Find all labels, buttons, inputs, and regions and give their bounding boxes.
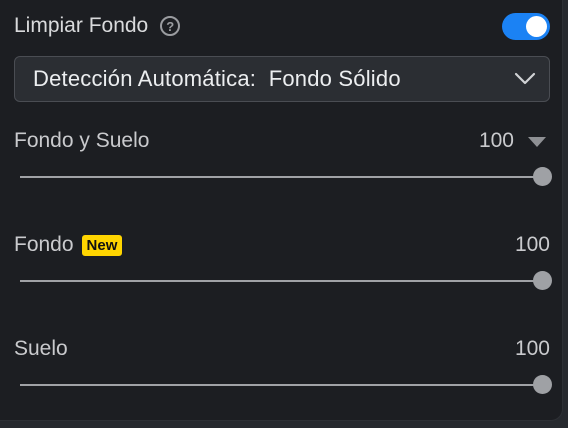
slider-background-and-floor: Fondo y Suelo 100	[14, 126, 552, 186]
slider-thumb[interactable]	[533, 375, 552, 394]
detection-mode-value: Detección Automática: Fondo Sólido	[33, 66, 401, 91]
slider-label-row: Fondo y Suelo 100	[14, 126, 550, 156]
slider-thumb[interactable]	[533, 167, 552, 186]
slider-label-row: Suelo 100	[14, 334, 550, 364]
new-badge: New	[81, 234, 123, 256]
detection-mode-select[interactable]: Detección Automática: Fondo Sólido	[14, 56, 550, 102]
slider-value: 100	[514, 337, 550, 360]
slider-track[interactable]	[20, 271, 552, 290]
toggle-knob	[526, 16, 547, 37]
slider-track[interactable]	[20, 375, 552, 394]
slider-value: 100	[514, 233, 550, 256]
slider-track-fill	[20, 384, 542, 386]
slider-floor: Suelo 100	[14, 334, 552, 394]
slider-value: 100	[478, 129, 514, 152]
caret-down-icon[interactable]	[528, 137, 546, 147]
slider-label: Suelo	[14, 337, 68, 360]
slider-label: Fondo y Suelo	[14, 129, 150, 152]
slider-label: Fondo	[14, 233, 74, 256]
slider-background: Fondo New 100	[14, 230, 552, 290]
clean-background-toggle[interactable]	[502, 13, 550, 40]
question-circle-icon[interactable]: ?	[160, 16, 181, 36]
slider-label-row: Fondo New 100	[14, 230, 550, 260]
header-row: Limpiar Fondo ?	[14, 8, 552, 44]
slider-track-fill	[20, 280, 542, 282]
panel-title: Limpiar Fondo	[14, 14, 149, 37]
slider-thumb[interactable]	[533, 271, 552, 290]
chevron-down-icon	[514, 72, 536, 85]
slider-track[interactable]	[20, 167, 552, 186]
slider-track-fill	[20, 176, 542, 178]
clean-background-panel: Limpiar Fondo ? Detección Automática: Fo…	[0, 0, 563, 421]
